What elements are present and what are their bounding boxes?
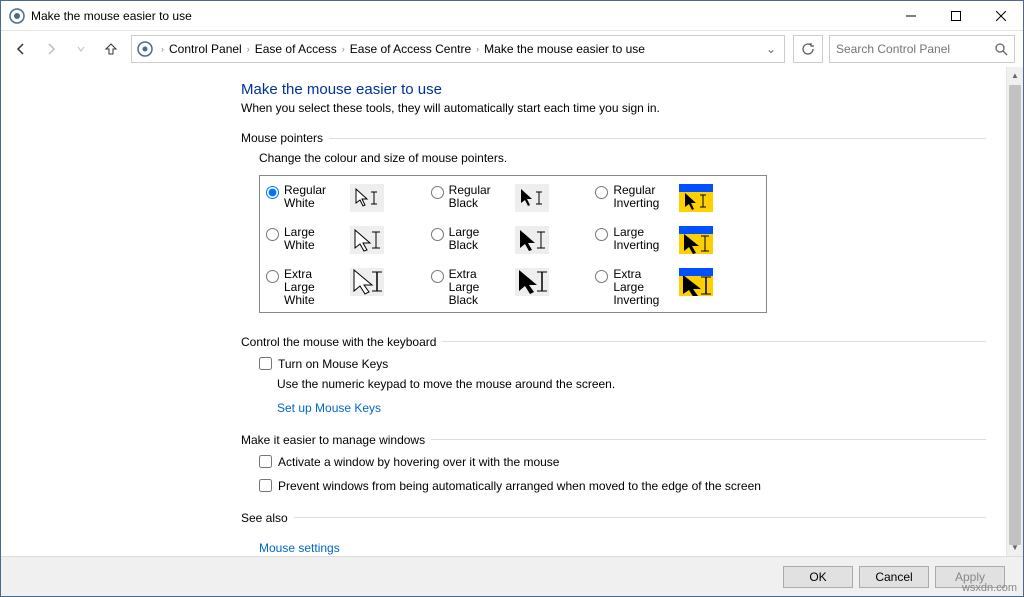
- mouse-keys-desc: Use the numeric keypad to move the mouse…: [241, 377, 1006, 391]
- address-dropdown-icon[interactable]: ⌄: [762, 42, 780, 56]
- watermark: wsxdn.com: [962, 582, 1017, 594]
- radio-regular-inverting[interactable]: [595, 186, 608, 199]
- checkbox-mouse-keys[interactable]: Turn on Mouse Keys: [241, 357, 1006, 371]
- radio-large-black[interactable]: [431, 228, 444, 241]
- window-controls: [888, 1, 1023, 30]
- crumb-control-panel[interactable]: Control Panel: [167, 42, 244, 56]
- pointer-options-grid: Regular White Regular Black Regular Inve…: [259, 175, 767, 313]
- crumb-current[interactable]: Make the mouse easier to use: [482, 42, 647, 56]
- cancel-button[interactable]: Cancel: [859, 566, 929, 588]
- pointer-preview-icon: [515, 226, 549, 254]
- pointer-option-extra-large-inverting[interactable]: Extra Large Inverting: [595, 268, 760, 308]
- checkbox-mouse-keys-input[interactable]: [259, 357, 272, 370]
- search-input[interactable]: [836, 42, 994, 56]
- pointer-option-large-black[interactable]: Large Black: [431, 226, 596, 254]
- pointer-option-regular-inverting[interactable]: Regular Inverting: [595, 184, 760, 212]
- chevron-right-icon: ›: [244, 44, 253, 54]
- pointer-preview-icon: [679, 268, 713, 296]
- pointer-preview-icon: [679, 226, 713, 254]
- minimize-button[interactable]: [888, 1, 933, 30]
- navbar: › Control Panel › Ease of Access › Ease …: [1, 31, 1023, 67]
- pointer-preview-icon: [679, 184, 713, 212]
- page-title: Make the mouse easier to use: [241, 81, 1006, 98]
- pointer-option-extra-large-white[interactable]: Extra Large White: [266, 268, 431, 308]
- page-subtitle: When you select these tools, they will a…: [241, 101, 1006, 115]
- radio-regular-white[interactable]: [266, 186, 279, 199]
- radio-extra-large-white[interactable]: [266, 270, 279, 283]
- section-manage-windows: Make it easier to manage windows: [241, 433, 1006, 447]
- checkbox-activate-hover[interactable]: Activate a window by hovering over it wi…: [241, 455, 1006, 469]
- window-title: Make the mouse easier to use: [31, 9, 888, 23]
- radio-regular-black[interactable]: [431, 186, 444, 199]
- mouse-pointers-desc: Change the colour and size of mouse poin…: [241, 151, 1006, 165]
- link-setup-mouse-keys[interactable]: Set up Mouse Keys: [241, 401, 381, 415]
- chevron-right-icon: ›: [339, 44, 348, 54]
- main-content: Make the mouse easier to use When you se…: [1, 67, 1006, 556]
- titlebar: Make the mouse easier to use: [1, 1, 1023, 31]
- close-button[interactable]: [978, 1, 1023, 30]
- scroll-down-icon[interactable]: ▼: [1007, 539, 1023, 556]
- window: Make the mouse easier to use › Control P…: [0, 0, 1024, 597]
- pointer-option-large-inverting[interactable]: Large Inverting: [595, 226, 760, 254]
- pointer-preview-icon: [515, 268, 549, 296]
- ok-button[interactable]: OK: [783, 566, 853, 588]
- refresh-button[interactable]: [793, 35, 823, 63]
- app-icon: [9, 8, 25, 24]
- pointer-option-extra-large-black[interactable]: Extra Large Black: [431, 268, 596, 308]
- checkbox-prevent-arrange[interactable]: Prevent windows from being automatically…: [241, 479, 1006, 493]
- chevron-right-icon: ›: [473, 44, 482, 54]
- crumb-ease-of-access-centre[interactable]: Ease of Access Centre: [348, 42, 473, 56]
- pointer-preview-icon: [350, 226, 384, 254]
- radio-large-inverting[interactable]: [595, 228, 608, 241]
- scroll-up-icon[interactable]: ▲: [1007, 67, 1023, 84]
- pointer-option-large-white[interactable]: Large White: [266, 226, 431, 254]
- crumb-ease-of-access[interactable]: Ease of Access: [253, 42, 339, 56]
- addressbar[interactable]: › Control Panel › Ease of Access › Ease …: [131, 35, 785, 63]
- dialog-footer: OK Cancel Apply: [1, 556, 1023, 596]
- section-keyboard: Control the mouse with the keyboard: [241, 335, 1006, 349]
- pointer-preview-icon: [515, 184, 549, 212]
- radio-extra-large-inverting[interactable]: [595, 270, 608, 283]
- pointer-preview-icon: [350, 184, 384, 212]
- search-icon[interactable]: [994, 42, 1008, 56]
- link-mouse-settings[interactable]: Mouse settings: [241, 541, 340, 555]
- checkbox-prevent-arrange-input[interactable]: [259, 479, 272, 492]
- up-button[interactable]: [99, 37, 123, 61]
- back-button[interactable]: [9, 37, 33, 61]
- radio-large-white[interactable]: [266, 228, 279, 241]
- checkbox-activate-hover-input[interactable]: [259, 455, 272, 468]
- recent-dropdown[interactable]: [69, 37, 93, 61]
- section-mouse-pointers: Mouse pointers: [241, 131, 1006, 145]
- vertical-scrollbar[interactable]: ▲ ▼: [1006, 67, 1023, 556]
- forward-button[interactable]: [39, 37, 63, 61]
- search-box[interactable]: [829, 35, 1015, 63]
- section-see-also: See also: [241, 511, 1006, 525]
- pointer-option-regular-white[interactable]: Regular White: [266, 184, 431, 212]
- pointer-option-regular-black[interactable]: Regular Black: [431, 184, 596, 212]
- maximize-button[interactable]: [933, 1, 978, 30]
- pointer-preview-icon: [350, 268, 384, 296]
- radio-extra-large-black[interactable]: [431, 270, 444, 283]
- control-panel-icon: [136, 40, 154, 58]
- content-area: Make the mouse easier to use When you se…: [1, 67, 1023, 556]
- scroll-thumb[interactable]: [1009, 85, 1021, 545]
- chevron-right-icon: ›: [158, 44, 167, 54]
